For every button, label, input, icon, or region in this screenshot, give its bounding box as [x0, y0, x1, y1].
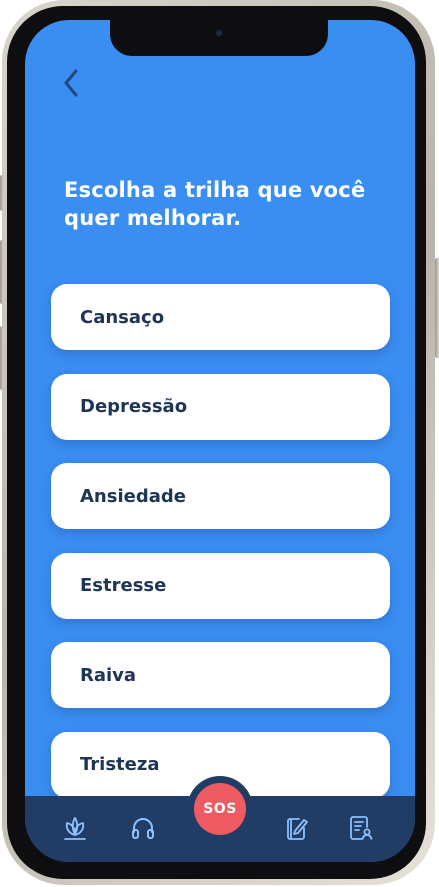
journal-edit-icon: [287, 818, 308, 840]
power-button: [435, 258, 439, 358]
mute-switch: [0, 175, 4, 211]
option-depressao[interactable]: Depressão: [51, 373, 390, 440]
option-ansiedade[interactable]: Ansiedade: [51, 463, 390, 530]
report-profile-icon: [350, 816, 373, 840]
options-list: Cansaço Depressão Ansiedade Estresse Rai…: [51, 284, 390, 822]
headphones-icon: [132, 818, 154, 839]
option-label: Tristeza: [80, 754, 160, 776]
chevron-left-icon: [64, 69, 78, 97]
app-screen: Escolha a trilha que você quer melhorar.…: [25, 20, 415, 862]
nav-plant[interactable]: [59, 812, 91, 844]
plant-icon: [64, 817, 86, 840]
back-button[interactable]: [57, 65, 85, 101]
nav-journal[interactable]: [280, 812, 312, 844]
option-raiva[interactable]: Raiva: [51, 642, 390, 709]
camera-icon: [214, 28, 224, 38]
page-title: Escolha a trilha que você quer melhorar.: [64, 178, 366, 230]
option-label: Ansiedade: [80, 485, 186, 507]
nav-headphones[interactable]: [127, 812, 159, 844]
volume-up-button: [0, 240, 4, 304]
nav-report[interactable]: [344, 812, 376, 844]
option-cansaco[interactable]: Cansaço: [51, 284, 390, 350]
option-label: Raiva: [80, 664, 137, 686]
volume-down-button: [0, 326, 4, 390]
option-estresse[interactable]: Estresse: [51, 552, 390, 619]
notch: [110, 20, 328, 56]
option-label: Depressão: [80, 396, 188, 418]
option-label: Estresse: [80, 575, 167, 597]
option-label: Cansaço: [80, 306, 165, 328]
sos-button[interactable]: SOS: [194, 783, 246, 835]
